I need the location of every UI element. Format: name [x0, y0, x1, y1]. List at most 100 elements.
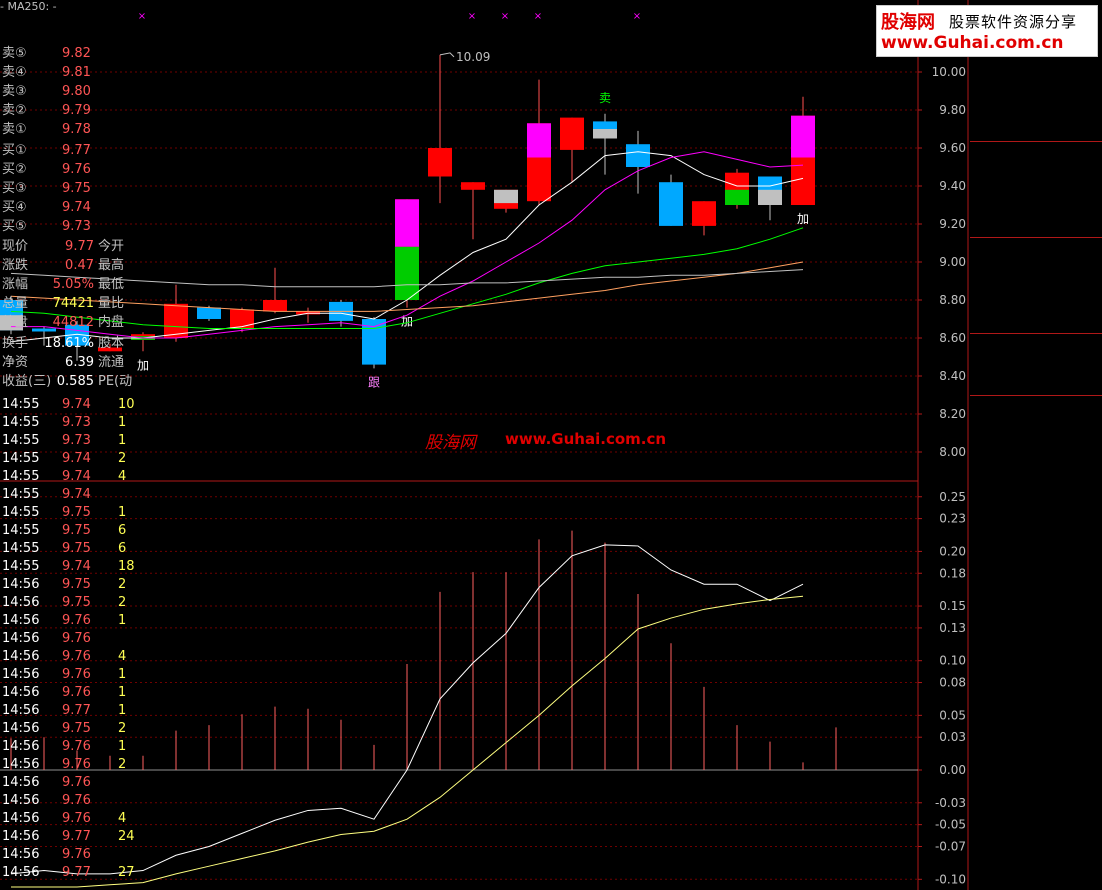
tick-time: 14:55 — [2, 451, 40, 466]
candle-highlight — [494, 189, 518, 204]
indicator-chart[interactable] — [10, 530, 837, 888]
sell-price: 9.79 — [62, 103, 91, 118]
ind-tick-label: 0.03 — [939, 730, 966, 744]
quote-label: 总量 — [2, 296, 29, 311]
tick-row: 14:55 9.73 1 — [0, 414, 132, 432]
tick-time: 14:56 — [2, 577, 40, 592]
quote-label: 现价 — [2, 239, 29, 254]
quote-label: 净资 — [2, 355, 29, 370]
tick-volume: 4 — [118, 811, 127, 826]
buy-level-label: 买③ — [2, 181, 27, 196]
buy-row: 买④ 9.74 — [0, 199, 132, 217]
candle-body[interactable] — [230, 309, 254, 329]
tick-time: 14:56 — [2, 757, 40, 772]
buy-level-label: 买④ — [2, 200, 27, 215]
ind-tick-label: 0.13 — [939, 621, 966, 635]
tick-volume: 1 — [118, 505, 127, 520]
k-tick-label: 9.80 — [939, 103, 966, 117]
ma-legend: - MA250: - — [0, 0, 57, 13]
tick-row: 14:56 9.75 2 — [0, 720, 132, 738]
quote-value: 44812 — [52, 315, 94, 330]
tick-price: 9.75 — [62, 595, 91, 610]
site-banner[interactable]: 股海网 股票软件资源分享 www.Guhai.com.cn — [876, 5, 1098, 57]
ind-tick-label: -0.03 — [935, 796, 966, 810]
tick-row: 14:56 9.77 1 — [0, 702, 132, 720]
tick-row: 14:55 9.74 10 — [0, 396, 135, 414]
quote-row: 外盘 44812 内盘 — [0, 314, 132, 332]
ind-tick-label: 0.05 — [939, 708, 966, 722]
tick-volume: 2 — [118, 595, 127, 610]
quote-row: 现价 9.77 今开 — [0, 238, 132, 256]
ind-tick-label: 0.25 — [939, 490, 966, 504]
buy-level-label: 买⑤ — [2, 219, 27, 234]
tick-time: 14:56 — [2, 685, 40, 700]
candle-body[interactable] — [428, 148, 452, 177]
tick-price: 9.77 — [62, 865, 91, 880]
quote-label: 涨幅 — [2, 277, 29, 292]
signal-label: 跟 — [368, 375, 380, 389]
tick-price: 9.74 — [62, 451, 91, 466]
tick-time: 14:55 — [2, 523, 40, 538]
buy-price: 9.75 — [62, 181, 91, 196]
buy-row: 买⑤ 9.73 — [0, 218, 132, 236]
tick-volume: 1 — [118, 613, 127, 628]
ind-tick-label: 0.00 — [939, 763, 966, 777]
candle-highlight — [758, 189, 782, 205]
tick-price: 9.77 — [62, 703, 91, 718]
ind-tick-label: 0.18 — [939, 566, 966, 580]
tick-row: 14:56 9.76 — [0, 774, 132, 792]
tick-time: 14:55 — [2, 397, 40, 412]
tick-row: 14:56 9.77 27 — [0, 864, 135, 882]
k-tick-label: 8.00 — [939, 445, 966, 459]
buy-price: 9.73 — [62, 219, 91, 234]
tick-price: 9.75 — [62, 721, 91, 736]
sell-level-label: 卖⑤ — [2, 46, 27, 61]
tick-row: 14:56 9.76 — [0, 792, 132, 810]
tick-price: 9.76 — [62, 631, 91, 646]
tick-volume: 2 — [118, 721, 127, 736]
tick-row: 14:56 9.75 2 — [0, 576, 132, 594]
tick-time: 14:56 — [2, 847, 40, 862]
tick-time: 14:55 — [2, 433, 40, 448]
tick-volume: 6 — [118, 523, 127, 538]
k-tick-label: 9.40 — [939, 179, 966, 193]
candle-highlight — [593, 129, 617, 139]
tick-volume: 1 — [118, 667, 127, 682]
watermark-brand: 股海网 — [425, 433, 476, 453]
sell-level-label: 卖③ — [2, 84, 27, 99]
tick-volume: 2 — [118, 757, 127, 772]
tick-volume: 1 — [118, 685, 127, 700]
quote-row: 收益(三) 0.585 PE(动 — [0, 373, 132, 391]
candle-body[interactable] — [560, 117, 584, 150]
high-marker-label: 10.09 — [456, 50, 490, 64]
tick-row: 14:56 9.76 1 — [0, 684, 132, 702]
tick-price: 9.73 — [62, 433, 91, 448]
tick-volume: 4 — [118, 649, 127, 664]
candle-body[interactable] — [692, 201, 716, 226]
buy-price: 9.74 — [62, 200, 91, 215]
tick-row: 14:56 9.75 2 — [0, 594, 132, 612]
tick-time: 14:55 — [2, 559, 40, 574]
quote-label-2: 流通 — [98, 355, 125, 370]
buy-row: 买③ 9.75 — [0, 180, 132, 198]
candle-body[interactable] — [626, 144, 650, 167]
quote-row: 净资 6.39 流通 — [0, 354, 132, 372]
quote-row: 总量 74421 量比 — [0, 295, 132, 313]
tick-row: 14:56 9.76 1 — [0, 666, 132, 684]
high-marker-arrow — [439, 52, 455, 58]
k-tick-label: 10.00 — [932, 65, 966, 79]
candle-body[interactable] — [263, 300, 287, 312]
cross-marker: × — [534, 11, 542, 22]
candle-highlight — [395, 199, 419, 247]
candle-body[interactable] — [659, 182, 683, 226]
tick-price: 9.77 — [62, 829, 91, 844]
y-axis-labels: 10.00 9.80 9.60 9.40 9.20 9.00 8.80 8.60 8.40 8.2… — [932, 65, 966, 886]
candle-body[interactable] — [461, 182, 485, 190]
candle-body[interactable] — [197, 307, 221, 319]
k-tick-label: 9.20 — [939, 217, 966, 231]
quote-value: 6.39 — [65, 355, 94, 370]
tick-volume: 2 — [118, 451, 127, 466]
banner-url: www.Guhai.com.cn — [881, 33, 1064, 53]
sell-price: 9.81 — [62, 65, 91, 80]
tick-volume: 6 — [118, 541, 127, 556]
